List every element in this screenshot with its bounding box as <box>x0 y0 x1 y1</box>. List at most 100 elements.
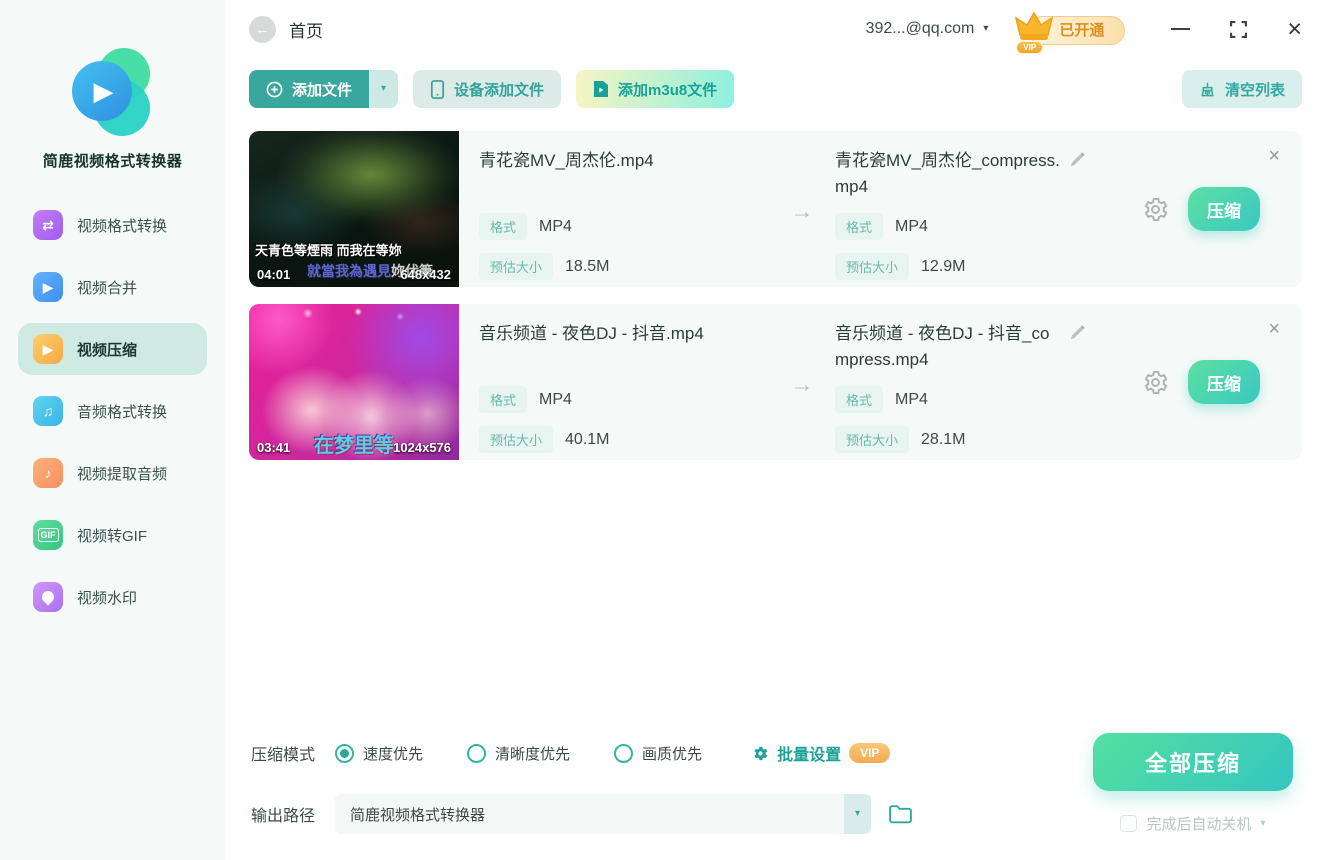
settings-button[interactable] <box>1142 369 1169 396</box>
thumbnail-subtitle: 在梦里等 <box>314 435 394 457</box>
est-size-value: 40.1M <box>565 430 610 448</box>
gear-icon <box>1144 197 1168 221</box>
remove-file-icon[interactable]: × <box>1268 146 1280 166</box>
sidebar-item-label: 视频水印 <box>77 589 138 607</box>
window-controls: × <box>1171 16 1302 42</box>
vip-badge[interactable]: VIP 已开通 <box>1015 11 1126 54</box>
sidebar-item-watermark[interactable]: 视频水印 <box>18 571 207 623</box>
remove-file-icon[interactable]: × <box>1268 319 1280 339</box>
page-title: 首页 <box>289 21 323 41</box>
app-logo-icon: ▶ <box>68 48 158 136</box>
format-value: MP4 <box>539 217 572 235</box>
est-size-tag: 预估大小 <box>835 253 910 280</box>
radio-icon <box>335 743 355 763</box>
topbar-right: 392...@qq.com ▾ VIP 已开通 × <box>866 11 1302 54</box>
compress-button[interactable]: 压缩 <box>1188 187 1260 231</box>
compress-button[interactable]: 压缩 <box>1188 360 1260 404</box>
video-convert-icon: ⇄ <box>33 210 63 240</box>
radio-speed-priority[interactable]: 速度优先 <box>335 743 423 764</box>
add-file-dropdown-button[interactable]: ▾ <box>369 70 399 108</box>
add-m3u8-button[interactable]: 添加m3u8文件 <box>576 70 735 108</box>
arrow-right-icon: → <box>790 370 814 397</box>
output-file-info: 音乐频道 - 夜色DJ - 抖音_compress.mp4 格式 MP4 预估大… <box>835 304 1103 460</box>
auto-shutdown-toggle[interactable]: 完成后自动关机 ▾ <box>1120 813 1266 834</box>
output-path-row: 输出路径 简鹿视频格式转换器 ▾ <box>251 794 1086 834</box>
video-merge-icon: ▶ <box>33 272 63 302</box>
duration-badge: 03:41 <box>257 440 291 455</box>
device-add-file-button[interactable]: 设备添加文件 <box>413 70 562 108</box>
chevron-down-icon: ▾ <box>381 83 387 94</box>
output-path-select[interactable]: 简鹿视频格式转换器 ▾ <box>335 794 872 834</box>
batch-settings-button[interactable]: 批量设置 VIP <box>752 741 891 765</box>
output-file-info: 青花瓷MV_周杰伦_compress.mp4 格式 MP4 预估大小 12.9M <box>835 131 1103 287</box>
select-caret-button[interactable]: ▾ <box>844 794 872 834</box>
est-size-tag: 预估大小 <box>479 253 554 280</box>
maximize-button[interactable] <box>1230 20 1248 38</box>
source-file-info: 青花瓷MV_周杰伦.mp4 格式 MP4 预估大小 18.5M <box>479 131 769 287</box>
logo-play-icon: ▶ <box>93 76 114 106</box>
sidebar-item-label: 视频转GIF <box>77 527 147 545</box>
sidebar-item-label: 音频格式转换 <box>77 403 168 421</box>
plus-circle-icon <box>266 81 283 97</box>
rename-button[interactable] <box>1069 324 1086 346</box>
est-size-tag: 预估大小 <box>479 426 554 453</box>
video-thumbnail[interactable]: 天青色等煙雨 而我在等妳 就當我為遇見妳伏筆 04:01 648x432 <box>249 131 459 287</box>
settings-button[interactable] <box>1142 196 1169 223</box>
back-button[interactable]: ← <box>249 15 276 43</box>
app-name: 简鹿视频格式转换器 <box>42 153 183 170</box>
chevron-down-icon: ▾ <box>1260 817 1266 829</box>
account-menu[interactable]: 392...@qq.com ▾ <box>866 20 989 38</box>
resolution-badge: 648x432 <box>400 267 451 282</box>
gear-icon <box>1144 370 1168 394</box>
sidebar-item-video-merge[interactable]: ▶ 视频合并 <box>18 261 207 313</box>
checkbox-icon[interactable] <box>1120 815 1138 832</box>
sidebar-item-label: 视频压缩 <box>77 341 138 359</box>
browse-folder-button[interactable] <box>888 803 913 825</box>
sidebar-item-extract-audio[interactable]: ♪ 视频提取音频 <box>18 447 207 499</box>
est-size-value: 18.5M <box>565 257 610 275</box>
source-file-info: 音乐频道 - 夜色DJ - 抖音.mp4 格式 MP4 预估大小 40.1M <box>479 304 769 460</box>
sidebar-item-audio-convert[interactable]: ♫ 音频格式转换 <box>18 385 207 437</box>
clear-list-button[interactable]: 清空列表 <box>1181 70 1302 108</box>
format-tag: 格式 <box>835 213 884 240</box>
output-file-name: 青花瓷MV_周杰伦_compress.mp4 <box>835 151 1060 197</box>
est-size-value: 28.1M <box>921 430 966 448</box>
app-window: ▶ 简鹿视频格式转换器 ⇄ 视频格式转换 ▶ 视频合并 ▶ 视频压缩 ♫ 音频格… <box>0 0 1326 860</box>
vip-mini-label: VIP <box>1016 40 1044 54</box>
folder-icon <box>889 805 912 824</box>
close-button[interactable]: × <box>1287 16 1302 42</box>
compression-mode-row: 压缩模式 速度优先 清晰度优先 画质优先 批量设置 VIP <box>251 733 1086 773</box>
radio-quality-priority[interactable]: 画质优先 <box>614 743 702 764</box>
chevron-down-icon: ▾ <box>983 23 989 34</box>
topbar: ← 首页 392...@qq.com ▾ VIP 已开通 × <box>249 0 1302 58</box>
minimize-button[interactable] <box>1171 27 1191 31</box>
video-thumbnail[interactable]: 在梦里等 03:41 1024x576 <box>249 304 459 460</box>
sidebar-item-video-convert[interactable]: ⇄ 视频格式转换 <box>18 199 207 251</box>
phone-icon <box>430 79 445 99</box>
format-value: MP4 <box>895 217 928 235</box>
pencil-icon <box>1070 325 1085 340</box>
radio-icon <box>467 743 487 763</box>
toolbar: 添加文件 ▾ 设备添加文件 添加m3u8文件 清空列表 <box>249 70 1302 108</box>
compress-all-button[interactable]: 全部压缩 <box>1093 733 1293 791</box>
minimize-icon <box>1171 27 1191 31</box>
radio-clarity-priority[interactable]: 清晰度优先 <box>467 743 570 764</box>
video-file-icon <box>594 81 609 97</box>
add-file-button[interactable]: 添加文件 <box>249 70 370 108</box>
output-path-value: 简鹿视频格式转换器 <box>350 806 486 824</box>
radio-icon <box>614 743 634 763</box>
sidebar-item-video-compress[interactable]: ▶ 视频压缩 <box>18 323 207 375</box>
est-size-value: 12.9M <box>921 257 966 275</box>
rename-button[interactable] <box>1069 151 1086 173</box>
video-compress-icon: ▶ <box>33 334 63 364</box>
source-file-name: 音乐频道 - 夜色DJ - 抖音.mp4 <box>479 324 704 343</box>
sidebar-item-video-to-gif[interactable]: GIF 视频转GIF <box>18 509 207 561</box>
footer-left: 压缩模式 速度优先 清晰度优先 画质优先 批量设置 VIP 输出路径 简鹿视频格… <box>251 733 1086 834</box>
sidebar-item-label: 视频格式转换 <box>77 217 168 235</box>
format-value: MP4 <box>539 390 572 408</box>
output-file-name: 音乐频道 - 夜色DJ - 抖音_compress.mp4 <box>835 324 1050 370</box>
format-value: MP4 <box>895 390 928 408</box>
format-tag: 格式 <box>479 386 528 413</box>
resolution-badge: 1024x576 <box>393 440 451 455</box>
broom-icon <box>1201 82 1214 96</box>
